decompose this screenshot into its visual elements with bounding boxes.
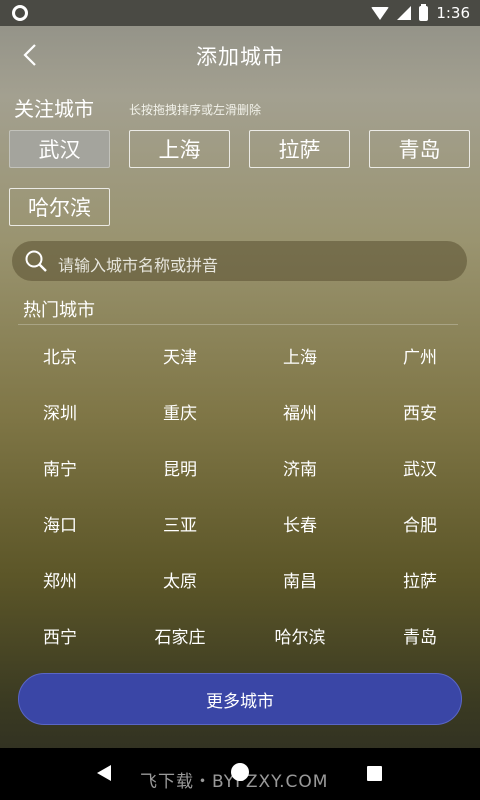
hot-city-item[interactable]: 上海 — [240, 343, 360, 368]
hot-city-item[interactable]: 海口 — [0, 511, 120, 536]
hot-city-item[interactable]: 青岛 — [360, 623, 480, 648]
followed-city-chip[interactable]: 武汉 — [9, 130, 110, 168]
hot-city-item[interactable]: 石家庄 — [120, 623, 240, 648]
hot-city-item[interactable]: 长春 — [240, 511, 360, 536]
hot-city-item[interactable]: 福州 — [240, 399, 360, 424]
notification-circle-icon — [12, 5, 28, 21]
nav-recent-apps-icon[interactable] — [367, 766, 382, 781]
wifi-icon — [371, 6, 390, 20]
battery-icon — [419, 3, 429, 21]
hot-city-item[interactable]: 昆明 — [120, 455, 240, 480]
search-input[interactable]: 请输入城市名称或拼音 — [58, 252, 218, 276]
followed-city-chip[interactable]: 上海 — [129, 130, 230, 168]
hot-city-item[interactable]: 重庆 — [120, 399, 240, 424]
hot-city-item[interactable]: 武汉 — [360, 455, 480, 480]
hot-city-item[interactable]: 西宁 — [0, 623, 120, 648]
hot-city-item[interactable]: 南昌 — [240, 567, 360, 592]
hot-city-item[interactable]: 合肥 — [360, 511, 480, 536]
signal-icon — [397, 6, 412, 20]
page-title: 添加城市 — [196, 45, 284, 69]
hot-city-item[interactable]: 济南 — [240, 455, 360, 480]
hot-city-item[interactable]: 哈尔滨 — [240, 623, 360, 648]
followed-city-chip[interactable]: 青岛 — [369, 130, 470, 168]
header: 添加城市 — [0, 26, 480, 84]
navigation-bar: 飞下载・BYFZXY.COM — [0, 748, 480, 800]
followed-city-chip[interactable]: 拉萨 — [249, 130, 350, 168]
followed-cities-title: 关注城市 — [14, 97, 94, 121]
hot-city-item[interactable]: 三亚 — [120, 511, 240, 536]
search-bar[interactable]: 请输入城市名称或拼音 — [12, 241, 467, 281]
hot-city-item[interactable]: 北京 — [0, 343, 120, 368]
divider — [18, 324, 458, 325]
nav-home-icon[interactable] — [231, 763, 249, 781]
hot-city-item[interactable]: 太原 — [120, 567, 240, 592]
search-icon — [25, 250, 47, 272]
status-time: 1:36 — [436, 4, 470, 22]
hot-city-item[interactable]: 郑州 — [0, 567, 120, 592]
hot-cities-title: 热门城市 — [23, 300, 95, 321]
hot-city-item[interactable]: 南宁 — [0, 455, 120, 480]
status-icons: 1:36 — [371, 3, 470, 22]
status-bar: 1:36 — [0, 0, 480, 26]
hot-city-item[interactable]: 深圳 — [0, 399, 120, 424]
hot-city-item[interactable]: 西安 — [360, 399, 480, 424]
hot-city-item[interactable]: 天津 — [120, 343, 240, 368]
hot-city-item[interactable]: 拉萨 — [360, 567, 480, 592]
more-cities-button[interactable]: 更多城市 — [18, 673, 462, 725]
followed-city-chip[interactable]: 哈尔滨 — [9, 188, 110, 226]
nav-back-icon[interactable] — [97, 765, 111, 781]
hot-city-item[interactable]: 广州 — [360, 343, 480, 368]
followed-cities-hint: 长按拖拽排序或左滑删除 — [129, 103, 262, 117]
